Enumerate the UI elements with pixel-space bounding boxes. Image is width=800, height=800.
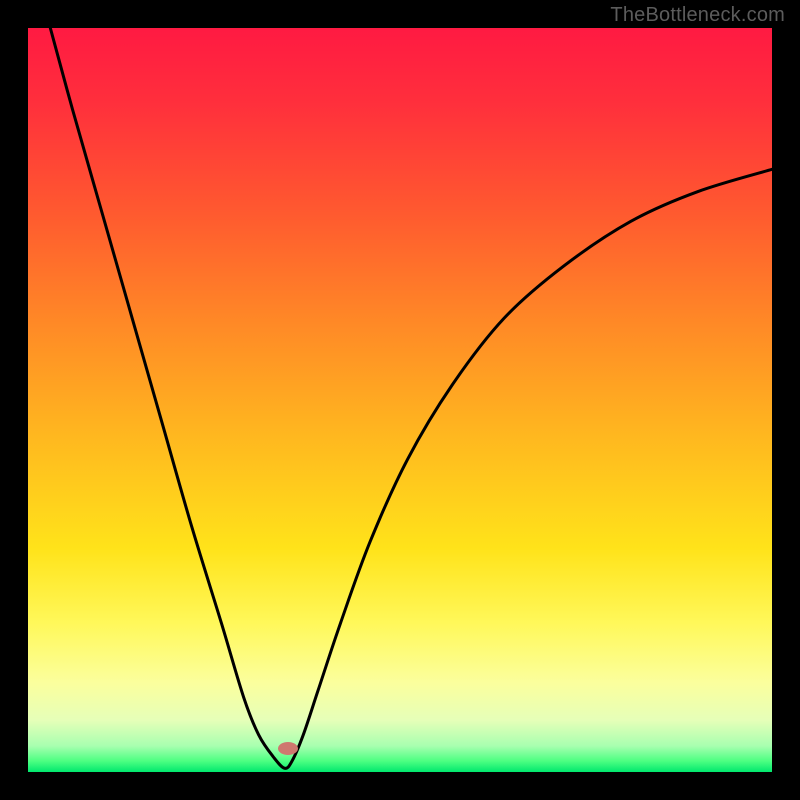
- plot-area: [28, 28, 772, 772]
- optimal-point-marker: [278, 742, 298, 755]
- watermark-label: TheBottleneck.com: [610, 4, 785, 27]
- bottleneck-curve: [28, 28, 772, 772]
- chart-frame: TheBottleneck.com: [0, 0, 800, 800]
